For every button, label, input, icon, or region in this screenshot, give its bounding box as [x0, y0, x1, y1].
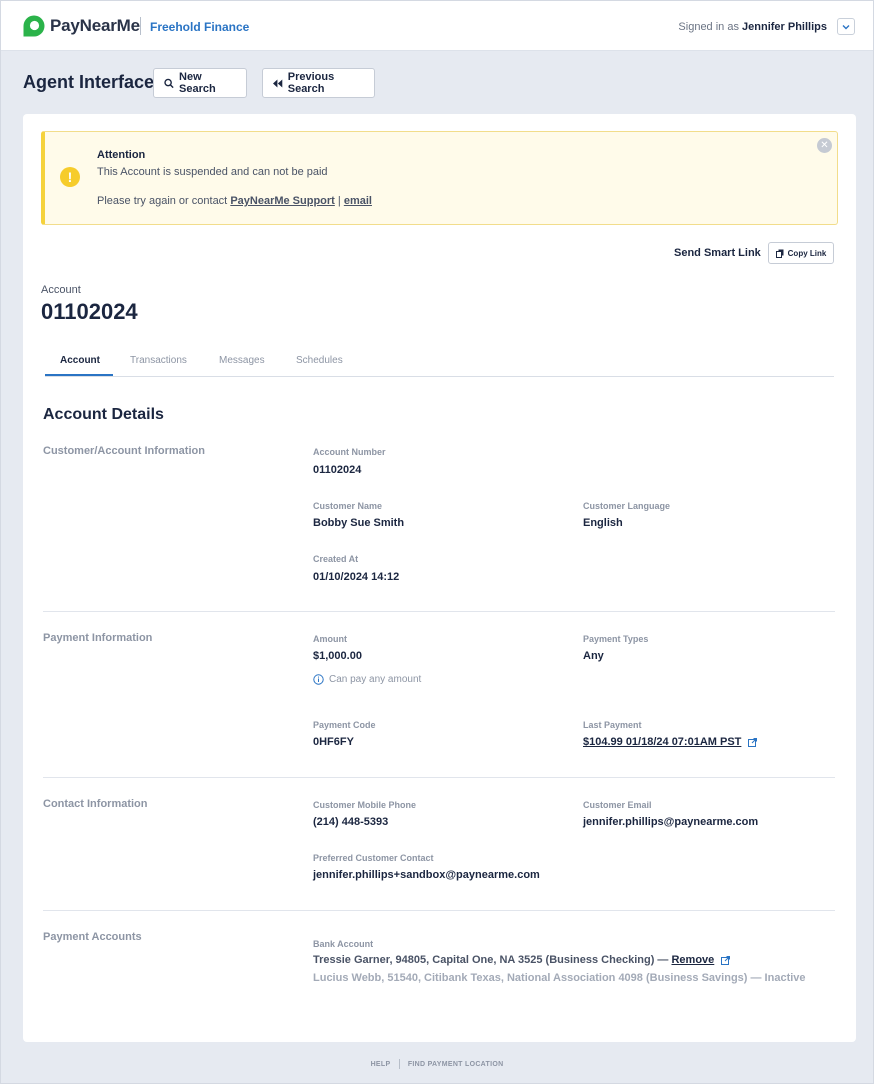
preferred-contact-value: jennifer.phillips+sandbox@paynearme.com — [313, 869, 540, 881]
search-icon — [164, 78, 174, 88]
copy-icon — [775, 249, 784, 258]
footer-divider — [398, 1059, 400, 1069]
brand-divider — [140, 17, 141, 35]
new-search-label: New Search — [179, 71, 216, 95]
customer-language-value: English — [583, 517, 623, 529]
chevron-down-icon — [842, 25, 850, 30]
preferred-contact-label: Preferred Customer Contact — [313, 853, 434, 863]
bank-account-active-text: Tressie Garner, 94805, Capital One, NA 3… — [313, 954, 669, 966]
find-payment-location-link[interactable]: FIND PAYMENT LOCATION — [408, 1061, 504, 1068]
signed-in-prefix: Signed in as — [678, 21, 739, 33]
mobile-phone-value: (214) 448-5393 — [313, 816, 389, 828]
organization-name: Freehold Finance — [150, 20, 250, 34]
section-divider — [43, 777, 835, 778]
payment-accounts-heading: Payment Accounts — [43, 931, 142, 943]
customer-email-label: Customer Email — [583, 800, 652, 810]
created-at-label: Created At — [313, 554, 359, 564]
amount-hint: Can pay any amount — [313, 674, 421, 685]
section-divider — [43, 611, 835, 612]
new-search-button[interactable]: New Search — [153, 68, 247, 98]
copy-link-label: Copy Link — [787, 248, 827, 258]
help-link[interactable]: HELP — [371, 1061, 391, 1068]
tab-messages[interactable]: Messages — [219, 355, 265, 366]
page-title: Agent Interface — [23, 72, 155, 92]
last-payment-value: $104.99 01/18/24 07:01AM PST — [583, 736, 758, 748]
account-tabs: Account Transactions Messages Schedules — [45, 347, 834, 377]
payment-code-label: Payment Code — [313, 720, 376, 730]
warning-icon: ! — [60, 167, 80, 187]
amount-value: $1,000.00 — [313, 650, 362, 662]
user-menu-button[interactable] — [837, 18, 855, 35]
brand-name[interactable]: PayNearMe — [50, 16, 140, 36]
send-smart-link-label: Send Smart Link — [674, 247, 761, 259]
info-icon — [313, 674, 324, 685]
active-tab-indicator — [45, 374, 113, 376]
customer-email-value: jennifer.phillips@paynearme.com — [583, 816, 759, 828]
paynearme-logo-icon — [23, 15, 45, 37]
created-at-value: 01/10/2024 14:12 — [313, 571, 400, 583]
attention-alert: ! Attention This Account is suspended an… — [41, 131, 838, 225]
mobile-phone-label: Customer Mobile Phone — [313, 800, 417, 810]
alert-contact-prefix: Please try again or contact — [97, 195, 228, 207]
customer-language-label: Customer Language — [583, 501, 671, 511]
section-divider — [43, 910, 835, 911]
payment-info-heading: Payment Information — [43, 632, 153, 644]
alert-message: This Account is suspended and can not be… — [97, 166, 328, 178]
customer-name-label: Customer Name — [313, 501, 383, 511]
amount-hint-text: Can pay any amount — [329, 674, 422, 685]
bank-account-active: Tressie Garner, 94805, Capital One, NA 3… — [313, 954, 731, 966]
remove-bank-account-link[interactable]: Remove — [671, 954, 714, 966]
payment-types-label: Payment Types — [583, 634, 649, 644]
tab-schedules[interactable]: Schedules — [296, 355, 343, 366]
signed-in-status: Signed in as Jennifer Phillips — [678, 21, 827, 33]
tab-transactions[interactable]: Transactions — [130, 355, 187, 366]
payment-code-value: 0HF6FY — [313, 736, 354, 748]
previous-search-label: Previous Search — [287, 71, 335, 95]
customer-name-value: Bobby Sue Smith — [313, 517, 405, 529]
copy-link-button[interactable]: Copy Link — [768, 242, 834, 264]
tab-account[interactable]: Account — [60, 355, 100, 366]
alert-contact: Please try again or contact PayNearMe Su… — [97, 195, 372, 207]
account-number-label: Account Number — [313, 447, 386, 457]
external-link-icon[interactable] — [748, 737, 758, 747]
close-icon[interactable]: ✕ — [817, 138, 832, 153]
email-link[interactable]: email — [344, 195, 372, 207]
signed-in-user: Jennifer Phillips — [742, 21, 827, 33]
account-label: Account — [41, 284, 81, 296]
account-number-heading: 01102024 — [41, 299, 138, 324]
support-link[interactable]: PayNearMe Support — [230, 195, 335, 207]
alert-title: Attention — [97, 149, 146, 161]
customer-info-heading: Customer/Account Information — [43, 445, 205, 457]
account-card: ! Attention This Account is suspended an… — [23, 114, 856, 1042]
payment-types-value: Any — [583, 650, 604, 662]
account-number-value: 01102024 — [313, 464, 362, 476]
last-payment-link[interactable]: $104.99 01/18/24 07:01AM PST — [583, 736, 741, 748]
contact-info-heading: Contact Information — [43, 798, 148, 810]
top-bar: PayNearMe Freehold Finance Signed in as … — [1, 1, 873, 51]
bank-account-inactive: Lucius Webb, 51540, Citibank Texas, Nati… — [313, 972, 806, 984]
rewind-icon — [273, 79, 283, 87]
external-link-icon[interactable] — [721, 955, 731, 965]
alert-separator: | — [337, 195, 341, 207]
last-payment-label: Last Payment — [583, 720, 642, 730]
bank-account-label: Bank Account — [313, 939, 374, 949]
footer: HELP FIND PAYMENT LOCATION — [1, 1059, 873, 1069]
amount-label: Amount — [313, 634, 347, 644]
previous-search-button[interactable]: Previous Search — [262, 68, 375, 98]
account-details-title: Account Details — [43, 406, 164, 423]
